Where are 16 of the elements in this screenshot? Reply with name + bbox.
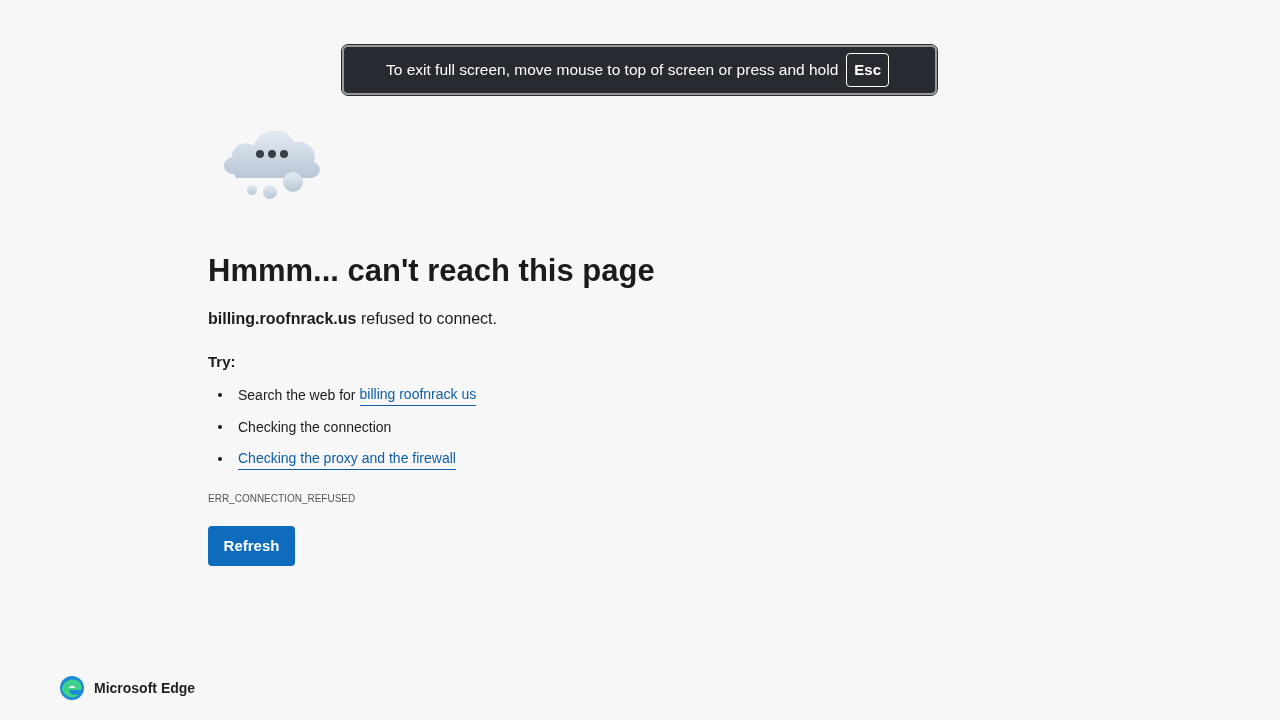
error-message: billing.roofnrack.us refused to connect. [208,308,497,329]
suggestion-text: Checking the connection [238,417,392,437]
key-hint: Esc [846,52,889,88]
bullet-icon [218,393,222,398]
suggestion-link[interactable]: billing roofnrack us [359,384,477,407]
brand-name: Microsoft Edge [94,678,196,698]
try-label: Try: [208,351,236,372]
error-code: ERR_CONNECTION_REFUSED [208,492,356,507]
suggestion-text: Search the web for [238,385,356,405]
browser-logo-icon [60,676,84,700]
page-heading: Hmmm... can't reach this page [208,252,655,290]
suggestion-link[interactable]: Checking the proxy and the firewall [238,448,456,471]
bullet-icon [218,457,222,462]
banner-message: To exit full screen, move mouse to top of screen or press and hold [385,60,839,81]
bullet-icon [218,425,222,430]
refresh-button[interactable]: Refresh [208,526,295,567]
